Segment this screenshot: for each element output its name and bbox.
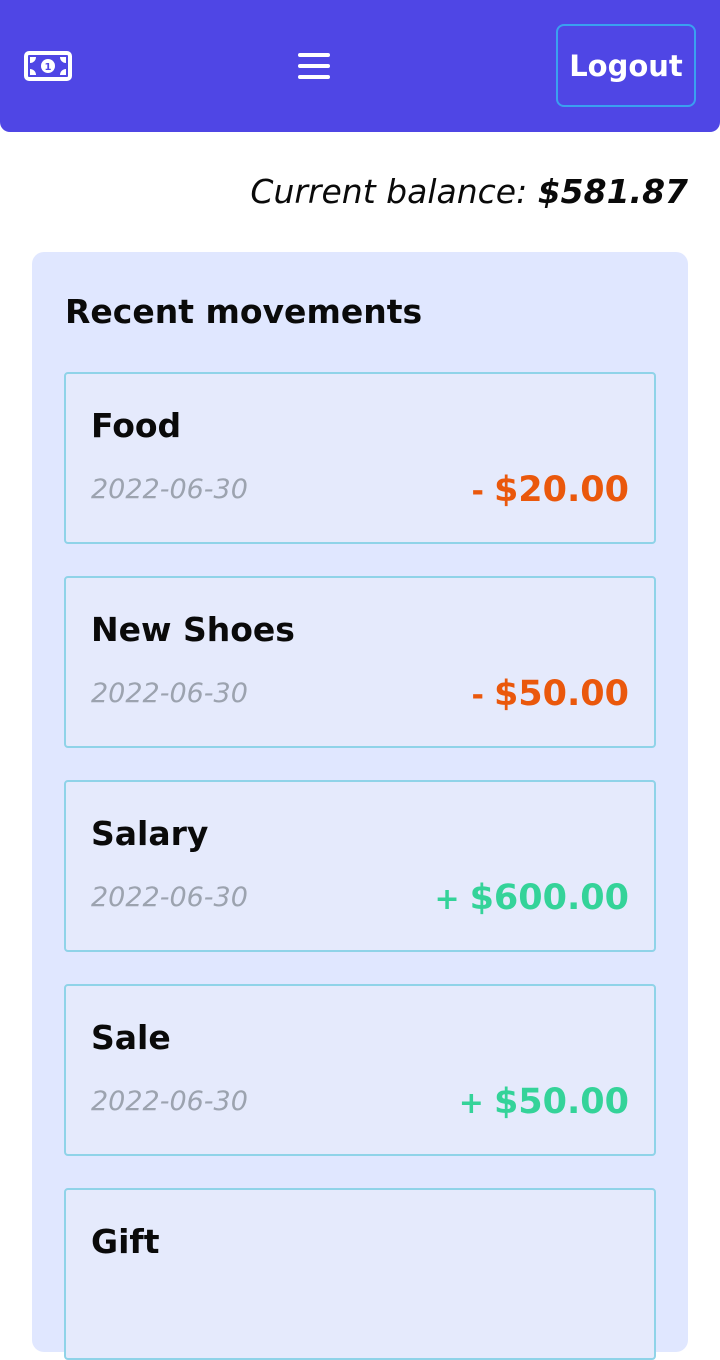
- movement-name: Sale: [91, 1018, 171, 1057]
- movement-date: 2022-06-30: [91, 678, 248, 709]
- recent-movements-panel: Recent movements Food 2022-06-30 - $20.00…: [32, 252, 688, 1360]
- movement-card[interactable]: Food 2022-06-30 - $20.00: [64, 372, 656, 544]
- balance-label: Current balance:: [250, 172, 528, 211]
- amount-value: $600.00: [469, 878, 629, 918]
- logout-button[interactable]: Logout: [556, 24, 696, 107]
- amount-value: $20.00: [493, 470, 629, 510]
- svg-text:1: 1: [45, 62, 52, 73]
- movement-date: 2022-06-30: [91, 474, 248, 505]
- banknote-icon[interactable]: 1: [24, 51, 72, 81]
- movement-card[interactable]: Sale 2022-06-30 + $50.00: [64, 984, 656, 1156]
- hamburger-menu-icon[interactable]: [294, 46, 334, 86]
- movement-name: New Shoes: [91, 610, 295, 649]
- amount-value: $50.00: [493, 674, 629, 714]
- amount-sign: +: [434, 882, 460, 917]
- amount-sign: -: [471, 678, 484, 713]
- movement-amount: - $50.00: [471, 674, 629, 714]
- movement-card[interactable]: Salary 2022-06-30 + $600.00: [64, 780, 656, 952]
- panel-title: Recent movements: [65, 292, 423, 331]
- amount-sign: +: [458, 1086, 484, 1121]
- movement-card[interactable]: Gift: [64, 1188, 656, 1360]
- movement-name: Gift: [91, 1222, 160, 1261]
- movement-amount: + $600.00: [434, 878, 629, 918]
- movement-card[interactable]: New Shoes 2022-06-30 - $50.00: [64, 576, 656, 748]
- movement-name: Salary: [91, 814, 209, 853]
- top-navbar: 1 Logout: [0, 0, 720, 132]
- movement-date: 2022-06-30: [91, 1086, 248, 1117]
- amount-value: $50.00: [493, 1082, 629, 1122]
- movement-amount: + $50.00: [459, 1082, 629, 1122]
- movement-date: 2022-06-30: [91, 882, 248, 913]
- movement-name: Food: [91, 406, 182, 445]
- movement-amount: - $20.00: [471, 470, 629, 510]
- balance-amount: $581.87: [537, 172, 688, 211]
- current-balance: Current balance: $581.87: [250, 172, 688, 211]
- amount-sign: -: [471, 474, 484, 509]
- movement-amount: [619, 1286, 629, 1326]
